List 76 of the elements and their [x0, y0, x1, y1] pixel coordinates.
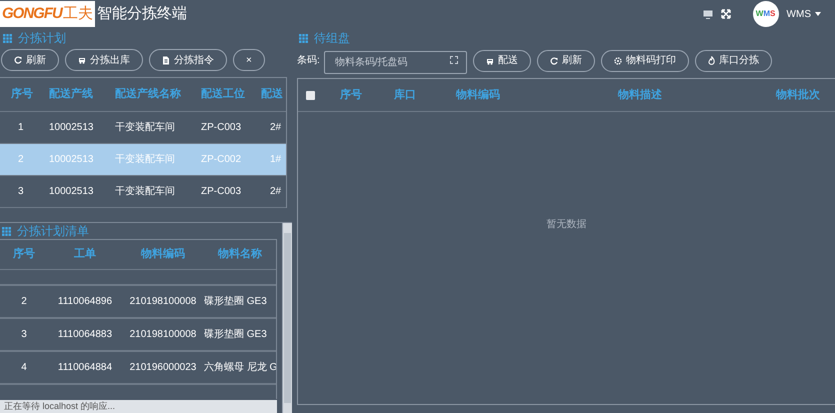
- status-bar: 正在等待 localhost 的响应...: [0, 400, 277, 413]
- grid-icon: [299, 34, 308, 42]
- grid-icon: [3, 34, 12, 42]
- brand-logo: GONGFU工夫: [0, 1, 95, 27]
- table-cell-text: 10002513: [48, 153, 94, 167]
- toolbar-button[interactable]: 分拣指令: [149, 49, 227, 71]
- column-header: 配送工位: [200, 86, 246, 102]
- toolbar-button[interactable]: 刷新: [536, 50, 595, 72]
- table-cell-text: 2: [20, 295, 28, 309]
- column-header: 配送: [260, 86, 284, 102]
- column-header: 物料编码: [456, 88, 500, 103]
- refresh-icon: [550, 56, 558, 64]
- column-header: 配送产线: [48, 86, 94, 102]
- table-cell-text: 4: [20, 361, 28, 375]
- gear-icon: [614, 56, 622, 64]
- flame-icon: [708, 56, 715, 65]
- grid-icon: [2, 226, 11, 236]
- table-cell-text: 1110064883: [56, 328, 114, 342]
- column-header: 配送产线名称: [114, 86, 182, 102]
- refresh-icon: [14, 56, 22, 64]
- column-header: 物料编码: [140, 246, 186, 262]
- scan-icon: [450, 56, 458, 64]
- column-header: 序号: [10, 86, 34, 102]
- field-label: 条码:: [297, 54, 320, 68]
- table-cell-text: 10002513: [48, 185, 94, 199]
- user-menu[interactable]: WMS: [786, 6, 821, 22]
- toolbar-button[interactable]: 库口分拣: [694, 50, 772, 72]
- column-header: 物料批次: [776, 88, 820, 103]
- table-cell-text: 1: [17, 121, 25, 135]
- table-cell-text: 碟形垫圈 GE3: [204, 328, 268, 342]
- column-header: 库口: [394, 88, 416, 103]
- column-header: 序号: [340, 88, 362, 103]
- caret-icon: [815, 12, 821, 16]
- table-cell-text: 210198100008: [128, 295, 198, 309]
- scrollbar[interactable]: [282, 223, 292, 413]
- toolbar-button[interactable]: 分拣出库: [65, 49, 143, 71]
- table-cell-text: 210198100008: [128, 328, 198, 342]
- table-cell-text: 3: [20, 328, 28, 342]
- empty-message: 暂无数据: [546, 218, 588, 232]
- toolbar-button[interactable]: 配送: [472, 50, 531, 72]
- section-title: 分拣计划清单: [17, 225, 89, 237]
- table-cell-text: 10002513: [48, 121, 94, 135]
- section-title: 待组盘: [314, 32, 350, 44]
- table-cell-text: 3: [17, 185, 25, 199]
- table-cell-text: 210196000023: [128, 361, 198, 375]
- section-title: 分拣计划: [18, 32, 66, 44]
- table-cell-text: ZP-C002: [200, 153, 242, 167]
- column-header: 工单: [73, 246, 97, 262]
- table-cell-text: 碟形垫圈 GE3: [204, 294, 268, 309]
- fullscreen-icon[interactable]: [720, 9, 731, 19]
- avatar-logo: WMS: [752, 1, 779, 27]
- monitor-icon[interactable]: [702, 10, 713, 18]
- truck-icon: [486, 56, 494, 64]
- table-cell-text: ZP-C003: [200, 121, 242, 135]
- table-cell-text: 1110064884: [56, 361, 114, 375]
- barcode-field[interactable]: 物料条码/托盘码: [324, 51, 467, 74]
- table-cell-text: 干变装配车间: [114, 152, 176, 167]
- close-button[interactable]: ×: [233, 49, 265, 71]
- table-cell-text: 2#: [269, 121, 282, 135]
- toolbar-button[interactable]: 物料码打印: [600, 50, 689, 72]
- table-cell-text: 2: [17, 153, 25, 167]
- table-cell-text: 1110064896: [56, 295, 114, 309]
- table-cell-text: 干变装配车间: [114, 184, 176, 199]
- column-header: 物料名称: [216, 246, 263, 262]
- select-all-checkbox[interactable]: [306, 90, 315, 100]
- table-cell-text: ZP-C003: [200, 185, 242, 199]
- app-title: 智能分拣终端: [96, 4, 187, 24]
- table-row[interactable]: 3 10002513 干变装配车间 ZP-C003 2#: [0, 176, 286, 208]
- column-header: 物料描述: [618, 88, 662, 103]
- table-cell-text: 干变装配车间: [114, 120, 176, 135]
- truck-icon: [78, 56, 86, 64]
- table-cell-text: 1#: [269, 153, 282, 167]
- toolbar-button[interactable]: 刷新: [1, 49, 59, 71]
- column-header: 序号: [12, 246, 36, 262]
- document-icon: [162, 56, 170, 64]
- table-cell-text: 2#: [269, 185, 282, 199]
